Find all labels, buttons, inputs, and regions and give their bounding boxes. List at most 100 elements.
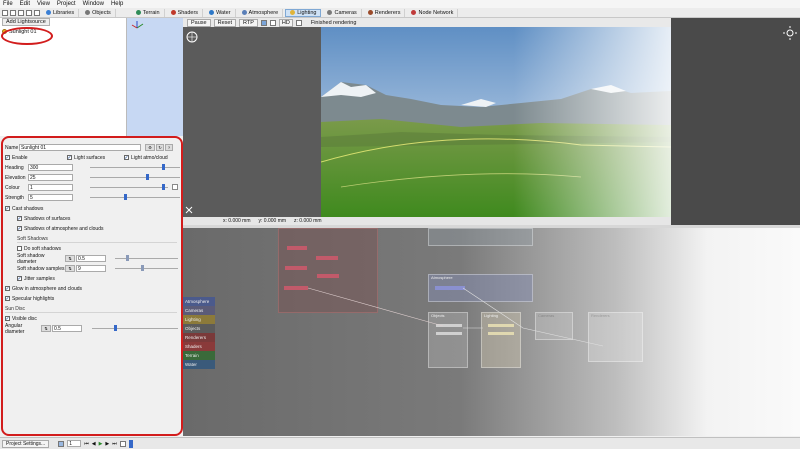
render-preview[interactable] xyxy=(321,27,671,217)
open-folder-icon[interactable] xyxy=(10,9,16,16)
strength-slider[interactable] xyxy=(90,194,180,200)
play-icon[interactable]: ▶ xyxy=(99,441,103,447)
soft-diameter-slider[interactable] xyxy=(115,255,178,261)
menu-file[interactable]: File xyxy=(3,1,13,7)
soft-diameter-knob[interactable] xyxy=(126,255,129,261)
menu-edit[interactable]: Edit xyxy=(20,1,30,7)
menu-window[interactable]: Window xyxy=(83,1,104,7)
go-start-icon[interactable]: ⏮ xyxy=(84,441,89,447)
heading-row: Heading 300 xyxy=(5,163,73,172)
tab-libraries[interactable]: Libraries xyxy=(42,8,80,17)
angular-spin[interactable]: ⇅ xyxy=(41,325,51,332)
tab-atmosphere[interactable]: Atmosphere xyxy=(238,8,284,17)
heading-slider[interactable] xyxy=(90,164,180,170)
frame-input[interactable]: 1 xyxy=(67,440,82,447)
soft-diameter-spin[interactable]: ⇅ xyxy=(65,255,75,262)
colour-swatch[interactable] xyxy=(172,184,178,190)
project-settings-button[interactable]: Project Settings... xyxy=(2,439,50,448)
go-end-icon[interactable]: ⏭ xyxy=(112,441,117,447)
loop-icon[interactable] xyxy=(119,440,126,447)
heading-input[interactable]: 300 xyxy=(28,164,73,171)
divider xyxy=(5,312,177,313)
reset-button[interactable]: Reset xyxy=(213,18,236,27)
heading-slider-knob[interactable] xyxy=(162,164,165,170)
tab-lighting[interactable]: Lighting xyxy=(285,8,322,17)
add-lightsource-button[interactable]: Add Lightsource xyxy=(2,18,50,26)
glow-checkbox[interactable]: ✓ xyxy=(5,286,10,291)
shadows-surfaces-checkbox[interactable]: ✓ xyxy=(17,216,22,221)
soft-samples-slider[interactable] xyxy=(115,265,178,271)
category-water[interactable]: Water xyxy=(183,360,215,369)
tab-water[interactable]: Water xyxy=(205,8,236,17)
viewport-right-area[interactable] xyxy=(671,18,800,228)
tab-cameras[interactable]: Cameras xyxy=(323,8,362,17)
category-shaders[interactable]: Shaders xyxy=(183,342,215,351)
angular-knob[interactable] xyxy=(114,325,117,331)
viewport-dark-area[interactable] xyxy=(183,27,321,217)
category-renderers[interactable]: Renderers xyxy=(183,333,215,342)
main-toolbar: Libraries Objects Terrain Shaders Water … xyxy=(0,8,800,18)
category-lighting[interactable]: Lighting xyxy=(183,315,215,324)
tab-objects[interactable]: Objects xyxy=(81,8,116,17)
colour-slider-knob[interactable] xyxy=(162,184,165,190)
category-atmosphere[interactable]: Atmosphere xyxy=(183,297,215,306)
angular-input[interactable]: 0.5 xyxy=(52,325,82,332)
tab-shaders[interactable]: Shaders xyxy=(167,8,204,17)
specular-checkbox[interactable]: ✓ xyxy=(5,296,10,301)
strength-slider-knob[interactable] xyxy=(124,194,127,200)
view-mode-icon[interactable] xyxy=(260,19,267,26)
node-network-icon xyxy=(411,10,417,15)
name-field[interactable]: Sunlight 01 xyxy=(19,144,141,151)
strength-input[interactable]: 5 xyxy=(28,194,73,201)
angular-slider[interactable] xyxy=(92,325,178,331)
options-icon[interactable] xyxy=(295,19,302,26)
lock-icon[interactable] xyxy=(269,19,276,26)
light-surfaces-checkbox[interactable]: ✓ xyxy=(67,155,72,160)
hd-button[interactable]: HD xyxy=(278,18,293,27)
enable-checkbox[interactable]: ✓ xyxy=(5,155,10,160)
elevation-slider-knob[interactable] xyxy=(146,174,149,180)
tab-renderers[interactable]: Renderers xyxy=(364,8,406,17)
coord-y: y: 0.000 mm xyxy=(258,218,287,224)
visible-disc-checkbox[interactable]: ✓ xyxy=(5,316,10,321)
rtp-button[interactable]: RTP xyxy=(238,18,258,27)
timeline-cursor[interactable] xyxy=(128,439,133,448)
save-icon[interactable] xyxy=(18,9,24,16)
node-network-area[interactable]: Atmosphere Objects Lighting Cameras Rend… xyxy=(183,228,800,436)
light-atmo-checkbox[interactable]: ✓ xyxy=(124,155,129,160)
menu-help[interactable]: Help xyxy=(111,1,123,7)
help-icon[interactable]: ? xyxy=(165,144,173,151)
render-icon[interactable] xyxy=(26,9,32,16)
soft-diameter-input[interactable]: 0.5 xyxy=(76,255,106,262)
shadows-atmo-checkbox[interactable]: ✓ xyxy=(17,226,22,231)
axis-gizmo-icon xyxy=(131,21,144,29)
jitter-checkbox[interactable]: ✓ xyxy=(17,276,22,281)
camera-icon[interactable] xyxy=(34,9,40,16)
cast-shadows-row: ✓ Cast shadows xyxy=(5,205,44,212)
category-cameras[interactable]: Cameras xyxy=(183,306,215,315)
cast-shadows-checkbox[interactable]: ✓ xyxy=(5,206,10,211)
soft-samples-input[interactable]: 9 xyxy=(76,265,106,272)
divider xyxy=(17,242,177,243)
viewport-overlay xyxy=(185,31,198,214)
tab-terrain[interactable]: Terrain xyxy=(132,8,165,17)
keyframe-icon[interactable] xyxy=(58,440,65,447)
do-soft-shadows-checkbox[interactable] xyxy=(17,246,22,251)
next-frame-icon[interactable]: ▶ xyxy=(105,441,109,447)
menu-view[interactable]: View xyxy=(37,1,50,7)
elevation-input[interactable]: 25 xyxy=(28,174,73,181)
refresh-icon[interactable]: ↻ xyxy=(156,144,164,151)
pause-button[interactable]: Pause xyxy=(187,18,211,27)
colour-input[interactable]: 1 xyxy=(28,184,73,191)
category-objects[interactable]: Objects xyxy=(183,324,215,333)
elevation-slider[interactable] xyxy=(90,174,180,180)
category-terrain[interactable]: Terrain xyxy=(183,351,215,360)
soft-samples-spin[interactable]: ⇅ xyxy=(65,265,75,272)
soft-samples-knob[interactable] xyxy=(141,265,144,271)
colour-slider[interactable] xyxy=(90,184,168,190)
new-file-icon[interactable] xyxy=(2,9,8,16)
menu-project[interactable]: Project xyxy=(57,1,76,7)
tab-node-network[interactable]: Node Network xyxy=(407,8,459,17)
settings-menu-icon[interactable]: ⚙ xyxy=(145,144,155,151)
prev-frame-icon[interactable]: ◀ xyxy=(92,441,96,447)
